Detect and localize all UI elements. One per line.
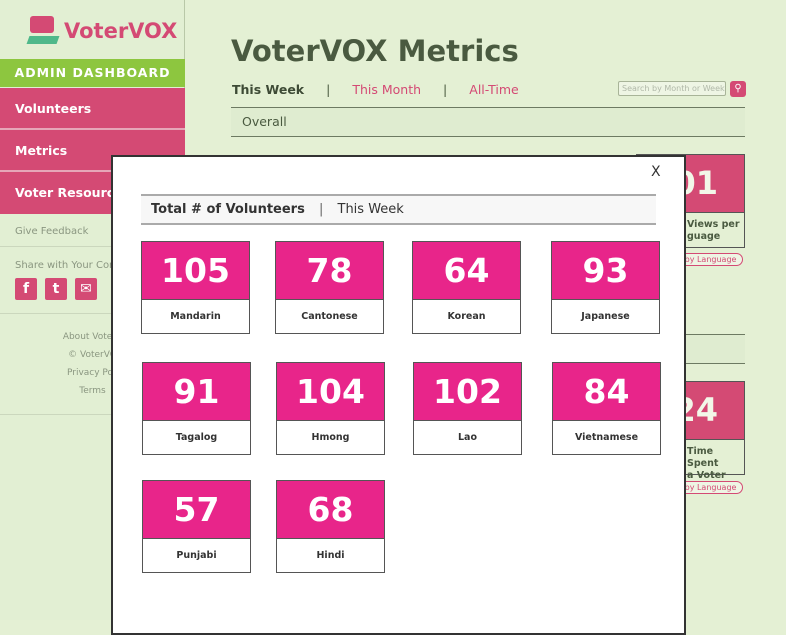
- page-title: VoterVOX Metrics: [231, 34, 519, 68]
- language-label: Mandarin: [142, 299, 249, 334]
- volunteer-count: 93: [552, 242, 659, 299]
- volunteer-count: 64: [413, 242, 520, 299]
- logo-icon: [26, 16, 60, 46]
- mail-icon[interactable]: ✉: [75, 278, 97, 300]
- close-icon[interactable]: X: [651, 164, 661, 180]
- give-feedback-link[interactable]: Give Feedback: [15, 226, 88, 237]
- language-card[interactable]: 93 Japanese: [551, 241, 660, 334]
- language-card[interactable]: 91 Tagalog: [142, 362, 251, 455]
- volunteer-count: 91: [143, 363, 250, 420]
- sidebar-item-volunteers[interactable]: Volunteers: [0, 88, 185, 130]
- facebook-icon[interactable]: f: [15, 278, 37, 300]
- volunteer-count: 57: [143, 481, 250, 538]
- volunteer-count: 84: [553, 363, 660, 420]
- language-card[interactable]: 64 Korean: [412, 241, 521, 334]
- language-label: Hmong: [277, 420, 384, 455]
- twitter-icon[interactable]: t: [45, 278, 67, 300]
- language-card[interactable]: 68 Hindi: [276, 480, 385, 573]
- modal-title: Total # of Volunteers: [151, 202, 305, 217]
- admin-dashboard-header: ADMIN DASHBOARD: [0, 59, 185, 87]
- volunteer-count: 104: [277, 363, 384, 420]
- tab-separator: |: [443, 82, 448, 97]
- volunteer-count: 102: [414, 363, 521, 420]
- language-card[interactable]: 104 Hmong: [276, 362, 385, 455]
- volunteer-count: 68: [277, 481, 384, 538]
- language-card[interactable]: 105 Mandarin: [141, 241, 250, 334]
- tab-all-time[interactable]: All-Time: [469, 82, 518, 97]
- language-label: Lao: [414, 420, 521, 455]
- logo-text: VoterVOX: [64, 19, 178, 43]
- language-label: Cantonese: [276, 299, 383, 334]
- language-card[interactable]: 84 Vietnamese: [552, 362, 661, 455]
- language-label: Hindi: [277, 538, 384, 573]
- volunteer-count: 78: [276, 242, 383, 299]
- language-card[interactable]: 78 Cantonese: [275, 241, 384, 334]
- tab-this-month[interactable]: This Month: [352, 82, 421, 97]
- language-label: Vietnamese: [553, 420, 660, 455]
- language-card[interactable]: 102 Lao: [413, 362, 522, 455]
- search-icon[interactable]: ⚲: [730, 81, 746, 97]
- volunteers-modal: X Total # of Volunteers | This Week 105 M…: [111, 155, 686, 635]
- tab-this-week[interactable]: This Week: [232, 82, 304, 97]
- section-overall: Overall: [231, 107, 745, 137]
- language-label: Tagalog: [143, 420, 250, 455]
- logo[interactable]: VoterVOX: [26, 16, 178, 46]
- language-label: Japanese: [552, 299, 659, 334]
- language-label: Punjabi: [143, 538, 250, 573]
- language-label: Korean: [413, 299, 520, 334]
- modal-header: Total # of Volunteers | This Week: [141, 194, 656, 225]
- volunteer-count: 105: [142, 242, 249, 299]
- tab-separator: |: [326, 82, 331, 97]
- modal-period: This Week: [337, 202, 404, 217]
- language-card[interactable]: 57 Punjabi: [142, 480, 251, 573]
- search-input[interactable]: Search by Month or Week: [618, 81, 726, 96]
- share-label: Share with Your Com: [15, 260, 119, 271]
